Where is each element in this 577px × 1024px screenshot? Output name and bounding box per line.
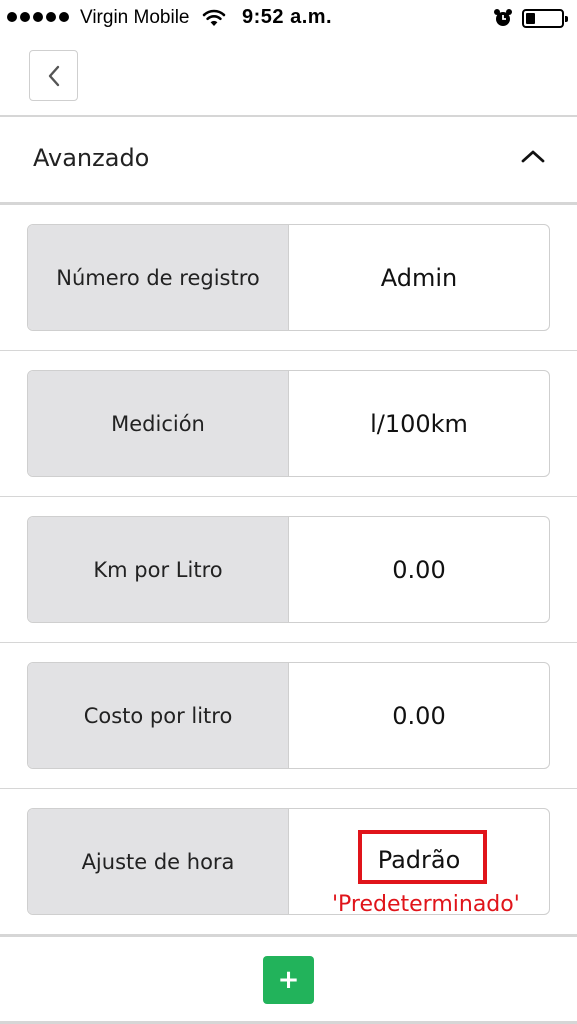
field-label: Costo por litro — [28, 663, 289, 768]
divider — [0, 115, 577, 117]
status-bar: Virgin Mobile 9:52 a.m. — [0, 0, 577, 38]
chevron-up-icon[interactable] — [520, 148, 546, 164]
divider — [0, 934, 577, 937]
field-label: Km por Litro — [28, 517, 289, 622]
field-cost-per-liter[interactable]: Costo por litro 0.00 — [27, 662, 550, 769]
highlight-box — [358, 830, 487, 884]
field-km-per-liter[interactable]: Km por Litro 0.00 — [27, 516, 550, 623]
field-measurement[interactable]: Medición l/100km — [27, 370, 550, 477]
back-button[interactable] — [29, 50, 78, 101]
status-time: 9:52 a.m. — [242, 6, 333, 28]
signal-strength-icon — [7, 12, 69, 22]
battery-icon — [522, 9, 568, 28]
divider — [0, 642, 577, 643]
wifi-icon — [202, 9, 226, 26]
divider — [0, 788, 577, 789]
annotation-text: 'Predeterminado' — [332, 892, 520, 917]
divider — [0, 202, 577, 205]
field-label: Medición — [28, 371, 289, 476]
divider — [0, 496, 577, 497]
carrier-name: Virgin Mobile — [80, 7, 190, 28]
field-value[interactable]: Admin — [289, 225, 549, 330]
section-title: Avanzado — [33, 144, 150, 172]
field-label: Ajuste de hora — [28, 809, 289, 914]
alarm-icon — [494, 9, 512, 26]
divider — [0, 350, 577, 351]
field-value[interactable]: 0.00 — [289, 517, 549, 622]
section-header-advanced[interactable]: Avanzado — [0, 118, 577, 204]
field-value[interactable]: l/100km — [289, 371, 549, 476]
add-button[interactable]: + — [263, 956, 314, 1004]
field-label: Número de registro — [28, 225, 289, 330]
field-value[interactable]: 0.00 — [289, 663, 549, 768]
chevron-left-icon — [48, 65, 59, 86]
field-registration-number[interactable]: Número de registro Admin — [27, 224, 550, 331]
